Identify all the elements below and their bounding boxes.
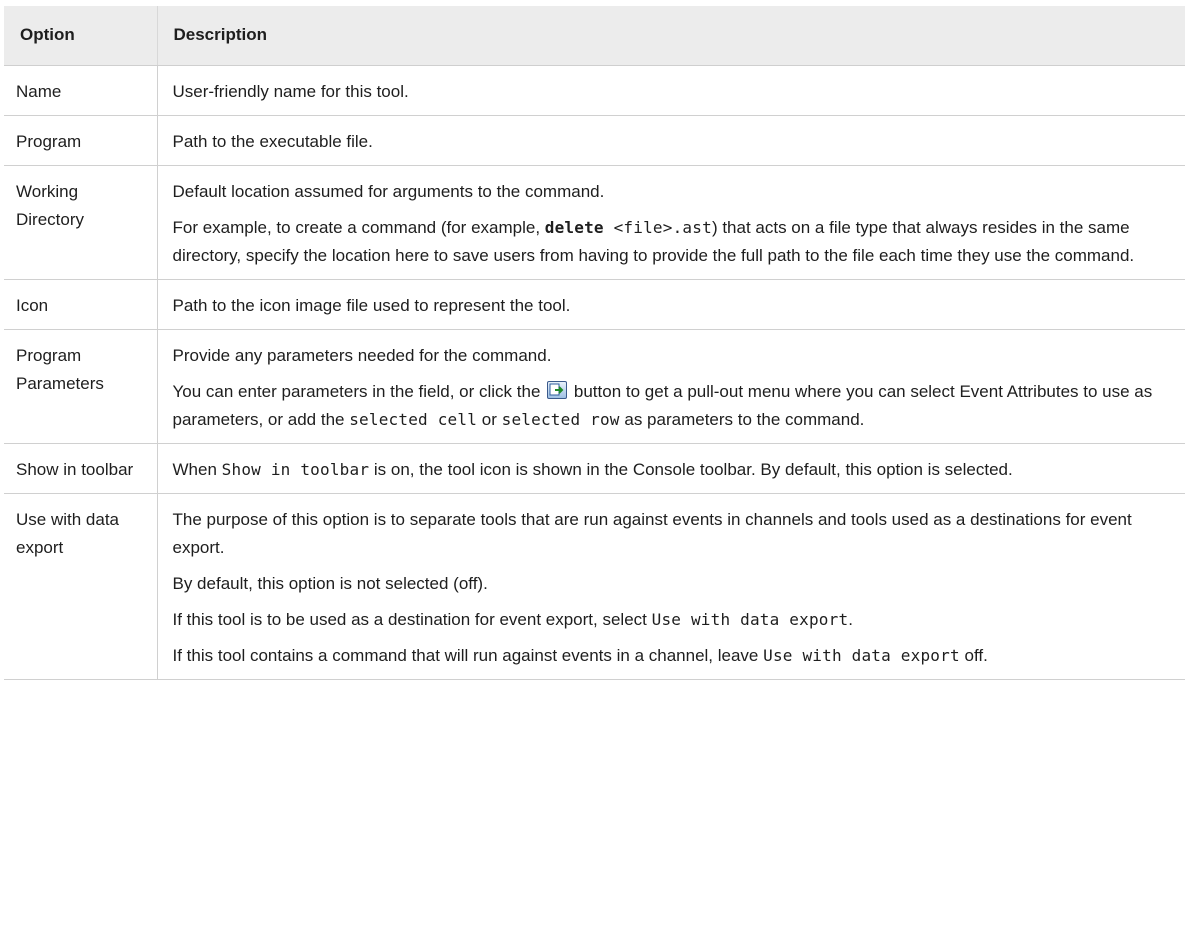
desc-example: For example, to create a command (for ex…	[173, 214, 1174, 270]
code-show-in-toolbar: Show in toolbar	[221, 459, 370, 479]
desc-channel: If this tool contains a command that wil…	[173, 642, 1174, 670]
options-table: Option Description Name User-friendly na…	[4, 6, 1185, 680]
destination-text-post: .	[848, 609, 854, 629]
option-working-directory: Working Directory	[4, 165, 157, 280]
header-option: Option	[4, 6, 157, 66]
code-selected-cell: selected cell	[349, 409, 478, 429]
table-header-row: Option Description	[4, 6, 1185, 66]
code-selected-row: selected row	[501, 409, 620, 429]
description-program-parameters: Provide any parameters needed for the co…	[156, 329, 1185, 444]
description-working-directory: Default location assumed for arguments t…	[156, 165, 1185, 280]
desc-text: When Show in toolbar is on, the tool ico…	[173, 456, 1174, 484]
table-row-show-in-toolbar: Show in toolbar When Show in toolbar is …	[4, 443, 1185, 494]
table-row-icon: Icon Path to the icon image file used to…	[4, 279, 1185, 330]
desc-default: By default, this option is not selected …	[172, 573, 488, 593]
table-row-program-parameters: Program Parameters Provide any parameter…	[4, 329, 1185, 444]
description-program: Path to the executable file.	[156, 115, 1185, 166]
option-icon: Icon	[4, 279, 157, 330]
option-program-parameters: Program Parameters	[4, 329, 157, 444]
desc-text: Default location assumed for arguments t…	[172, 181, 605, 201]
table-row-program: Program Path to the executable file.	[4, 115, 1185, 166]
channel-text-post: off.	[964, 645, 988, 665]
example-code-arg: <file>.ast	[603, 217, 712, 237]
option-name: Name	[4, 65, 157, 116]
code-use-with-data-export: Use with data export	[651, 609, 849, 629]
usage-text-post: as parameters to the command.	[624, 409, 865, 429]
pull-out-menu-icon	[547, 380, 568, 399]
code-use-with-data-export: Use with data export	[763, 645, 960, 665]
desc-usage: You can enter parameters in the field, o…	[173, 378, 1174, 434]
desc-text: Provide any parameters needed for the co…	[172, 345, 552, 365]
desc-text: The purpose of this option is to separat…	[172, 509, 1132, 557]
description-use-with-data-export: The purpose of this option is to separat…	[156, 493, 1185, 680]
destination-text-pre: If this tool is to be used as a destinat…	[172, 609, 647, 629]
description-icon: Path to the icon image file used to repr…	[156, 279, 1185, 330]
option-program: Program	[4, 115, 157, 166]
table-row-use-with-data-export: Use with data export The purpose of this…	[4, 493, 1185, 680]
desc-text: User-friendly name for this tool.	[172, 81, 409, 101]
table-row-name: Name User-friendly name for this tool.	[4, 65, 1185, 116]
option-show-in-toolbar: Show in toolbar	[4, 443, 157, 494]
description-show-in-toolbar: When Show in toolbar is on, the tool ico…	[156, 443, 1185, 494]
toolbar-text-post: is on, the tool icon is shown in the Con…	[373, 459, 1013, 479]
usage-text-pre: You can enter parameters in the field, o…	[172, 381, 541, 401]
usage-text-or: or	[481, 409, 497, 429]
example-code: delete <file>.ast	[545, 218, 712, 237]
desc-text: Path to the icon image file used to repr…	[172, 295, 571, 315]
header-description: Description	[156, 6, 1185, 66]
description-name: User-friendly name for this tool.	[156, 65, 1185, 116]
table-row-working-directory: Working Directory Default location assum…	[4, 165, 1185, 280]
option-use-with-data-export: Use with data export	[4, 493, 157, 680]
channel-text-pre: If this tool contains a command that wil…	[172, 645, 759, 665]
toolbar-text-pre: When	[172, 459, 217, 479]
example-code-command: delete	[544, 217, 604, 237]
desc-text: Path to the executable file.	[172, 131, 373, 151]
example-text-pre: For example, to create a command (for ex…	[172, 217, 545, 237]
desc-destination: If this tool is to be used as a destinat…	[173, 606, 1174, 634]
